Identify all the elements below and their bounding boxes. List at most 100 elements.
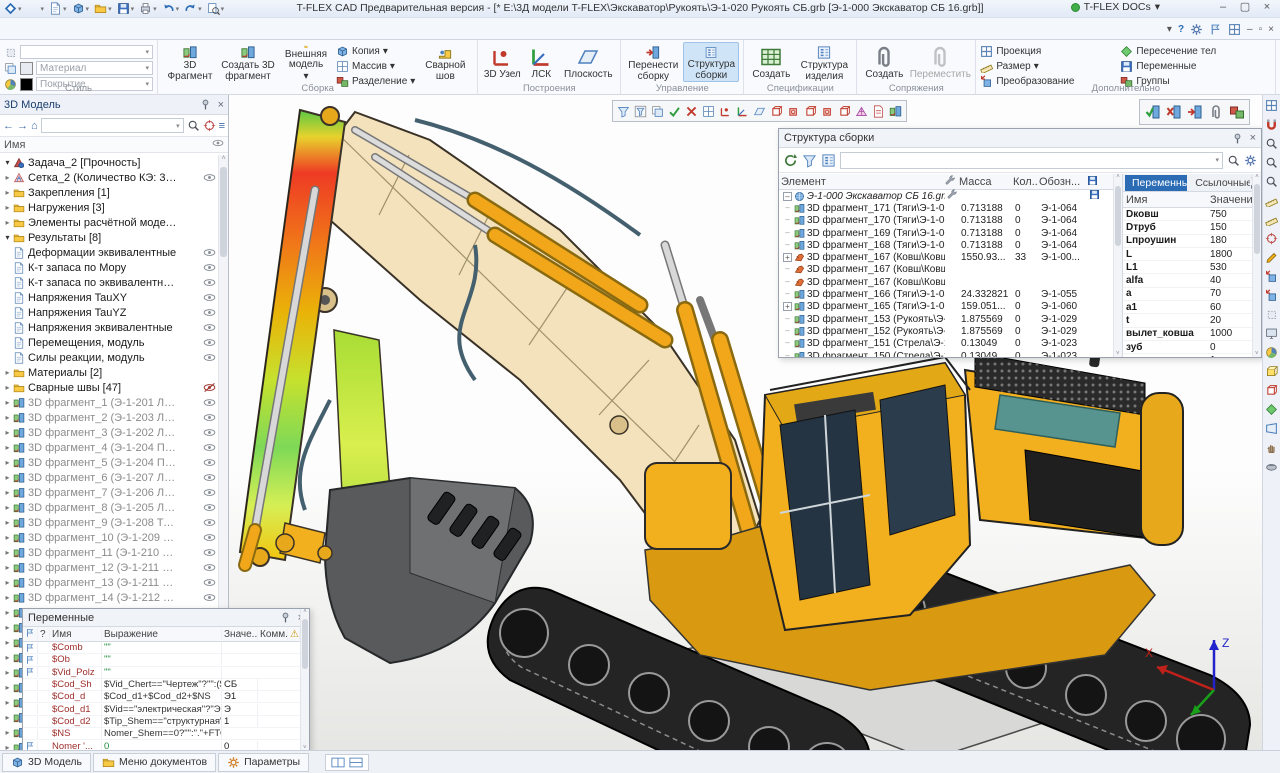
expand-toggle[interactable] [783,265,792,274]
tree-item[interactable]: 3D фрагмент_13 (Э-1-211 Проушина.grb) [0,575,218,590]
visibility-eye-icon[interactable] [203,517,216,528]
visibility-eye-icon[interactable] [203,577,216,588]
search-icon[interactable] [1227,154,1240,167]
tree-item[interactable]: Деформации эквивалентные [0,245,218,260]
tree-item[interactable]: 3D фрагмент_12 (Э-1-211 Проушина.grb) [0,560,218,575]
visibility-eye-icon[interactable] [203,532,216,543]
expand-arrow[interactable] [2,683,13,692]
ribbon-tab[interactable] [264,32,288,39]
columns-options-icon[interactable] [821,153,836,168]
visibility-eye-icon[interactable] [203,382,216,393]
variable-row[interactable]: a 70 [1123,288,1261,301]
variable-editor-row[interactable]: $Cod_d2 $Tip_Shem=="структурная"?"1":($T… [23,716,309,728]
variable-row[interactable]: L1 530 [1123,261,1261,274]
tree-item[interactable]: К-т запаса по Мору [0,260,218,275]
3d-node-button[interactable]: 3D Узел [482,42,522,82]
expand-arrow[interactable] [2,218,13,227]
assembly-row[interactable]: 3D фрагмент_171 (Тяги\Э-1-064 Шайба.grb)… [779,202,1122,214]
ribbon-tab[interactable] [96,32,120,39]
external-model-button[interactable]: Внешняя модель ▾ [278,42,334,82]
array-button[interactable]: Массив ▾ [336,60,415,73]
document-tab[interactable]: 3D Модель [2,753,91,772]
variable-editor-row[interactable]: $Cod_d1 $Vid=="электрическая"?"Э":($Vid=… [23,703,309,715]
expand-arrow[interactable] [2,503,13,512]
create-mate-button[interactable]: Создать [861,42,907,82]
close-icon[interactable]: × [1250,132,1256,144]
list-options-icon[interactable]: ≡ [219,120,225,132]
visibility-eye-icon[interactable] [203,367,216,378]
tree-item[interactable]: 3D фрагмент_14 (Э-1-212 Кольцо.grb) [0,590,218,605]
expand-arrow[interactable] [2,518,13,527]
forward-icon[interactable]: → [17,120,28,132]
tree-item[interactable]: Напряжения TauXY [0,290,218,305]
visibility-eye-icon[interactable] [203,202,216,213]
expand-toggle[interactable] [783,253,792,262]
expand-arrow[interactable] [2,668,13,677]
expand-toggle[interactable] [783,327,792,336]
close-icon[interactable]: × [218,99,224,111]
ribbon-tab[interactable] [312,32,336,39]
visibility-eye-icon[interactable] [203,322,216,333]
variable-row[interactable]: вылет_ковша 1000 [1123,328,1261,341]
tree-item[interactable]: Напряжения эквивалентные [0,320,218,335]
assembly-row[interactable]: 3D фрагмент_167 (Ковш\Ковш СБ.grb) [779,264,1122,276]
quick-access-button[interactable]: ▾ [184,2,202,15]
expand-toggle[interactable] [783,290,792,299]
refresh-icon[interactable] [783,153,798,168]
ribbon-collapse-icon[interactable]: ▾ [1167,24,1172,35]
visibility-eye-icon[interactable] [203,337,216,348]
expand-arrow[interactable] [2,698,13,707]
doc-minimize-icon[interactable]: – [1247,24,1253,35]
tree-item[interactable]: 3D фрагмент_10 (Э-1-209 Труба.grb) [0,530,218,545]
assembly-row[interactable]: 3D фрагмент_169 (Тяги\Э-1-064 Шайба.grb)… [779,227,1122,239]
expand-arrow[interactable] [2,548,13,557]
tree-item[interactable]: Сетка_2 (Количество КЭ: 30715) [0,170,218,185]
visibility-eye-icon[interactable] [203,307,216,318]
tree-item[interactable]: 3D фрагмент_4 (Э-1-204 Проушина.grb) [0,440,218,455]
tflex-docs-widget[interactable]: T-FLEX DOCs▾ [1071,1,1160,13]
pin-icon[interactable] [279,611,292,624]
expand-arrow[interactable] [2,728,13,737]
home-icon[interactable]: ⌂ [31,120,38,132]
settings-gear-icon[interactable] [1190,23,1203,36]
variable-row[interactable]: Dтруб 150 [1123,221,1261,234]
assembly-row[interactable]: 3D фрагмент_165 (Тяги\Э-1-060 Тяга СБ.gr… [779,301,1122,313]
tree-item[interactable]: 3D фрагмент_6 (Э-1-207 Лист.grb) [0,470,218,485]
varwin-scrollbar[interactable]: ˄˅ [300,609,309,751]
create-3d-fragment-button[interactable]: Создать 3D фрагмент [220,42,276,82]
tree-item[interactable]: 3D фрагмент_1 (Э-1-201 Лист.grb) [0,395,218,410]
variable-row[interactable]: t 20 [1123,314,1261,327]
tree-item[interactable]: Нагружения [3] [0,200,218,215]
assembly-table-header[interactable]: Элемент Масса Кол... Обозн... [779,174,1122,190]
ribbon-tab[interactable] [48,32,72,39]
assembly-row[interactable]: 3D фрагмент_167 (Ковш\Ковш СБ.grb) 1550.… [779,251,1122,263]
assembly-row[interactable]: 3D фрагмент_152 (Рукоять\Э-1-029 Втулка.… [779,325,1122,337]
assembly-structure-button[interactable]: Структура сборки [683,42,739,82]
expand-arrow[interactable] [2,488,13,497]
expand-arrow[interactable] [2,413,13,422]
variable-editor-row[interactable]: $Cod_d $Cod_d1+$Cod_d2+$NS Э1 [23,691,309,703]
expand-toggle[interactable] [783,229,792,238]
variable-row[interactable]: L 1800 [1123,248,1261,261]
document-tab[interactable]: Параметры [218,753,309,772]
quick-access-button[interactable]: ▾ [162,2,180,15]
tree-column-header[interactable]: Имя [0,137,228,153]
quick-access-button[interactable]: ▾ [4,2,22,15]
visibility-eye-icon[interactable] [203,427,216,438]
expand-arrow[interactable] [2,233,13,242]
expand-arrow[interactable] [2,428,13,437]
assembly-scrollbar[interactable]: ˄˅ [1113,174,1122,357]
variable-editor-row[interactable]: $Cod_Sh $Vid_Chert=="Чертеж"?"":($Vid_Ch… [23,679,309,691]
variable-editor-row[interactable]: $Vid_Polz "" [23,667,309,679]
material-combo[interactable]: Материал▾ [36,61,153,75]
front-housing[interactable] [645,463,731,549]
expand-toggle[interactable] [783,302,792,311]
expand-arrow[interactable] [2,623,13,632]
tree-item[interactable]: Силы реакции, модуль [0,350,218,365]
visibility-eye-icon[interactable] [203,457,216,468]
visibility-eye-icon[interactable] [203,592,216,603]
product-structure-button[interactable]: Структура изделия [796,42,852,82]
expand-arrow[interactable] [2,713,13,722]
expand-toggle[interactable] [783,241,792,250]
expand-arrow[interactable] [2,743,13,750]
